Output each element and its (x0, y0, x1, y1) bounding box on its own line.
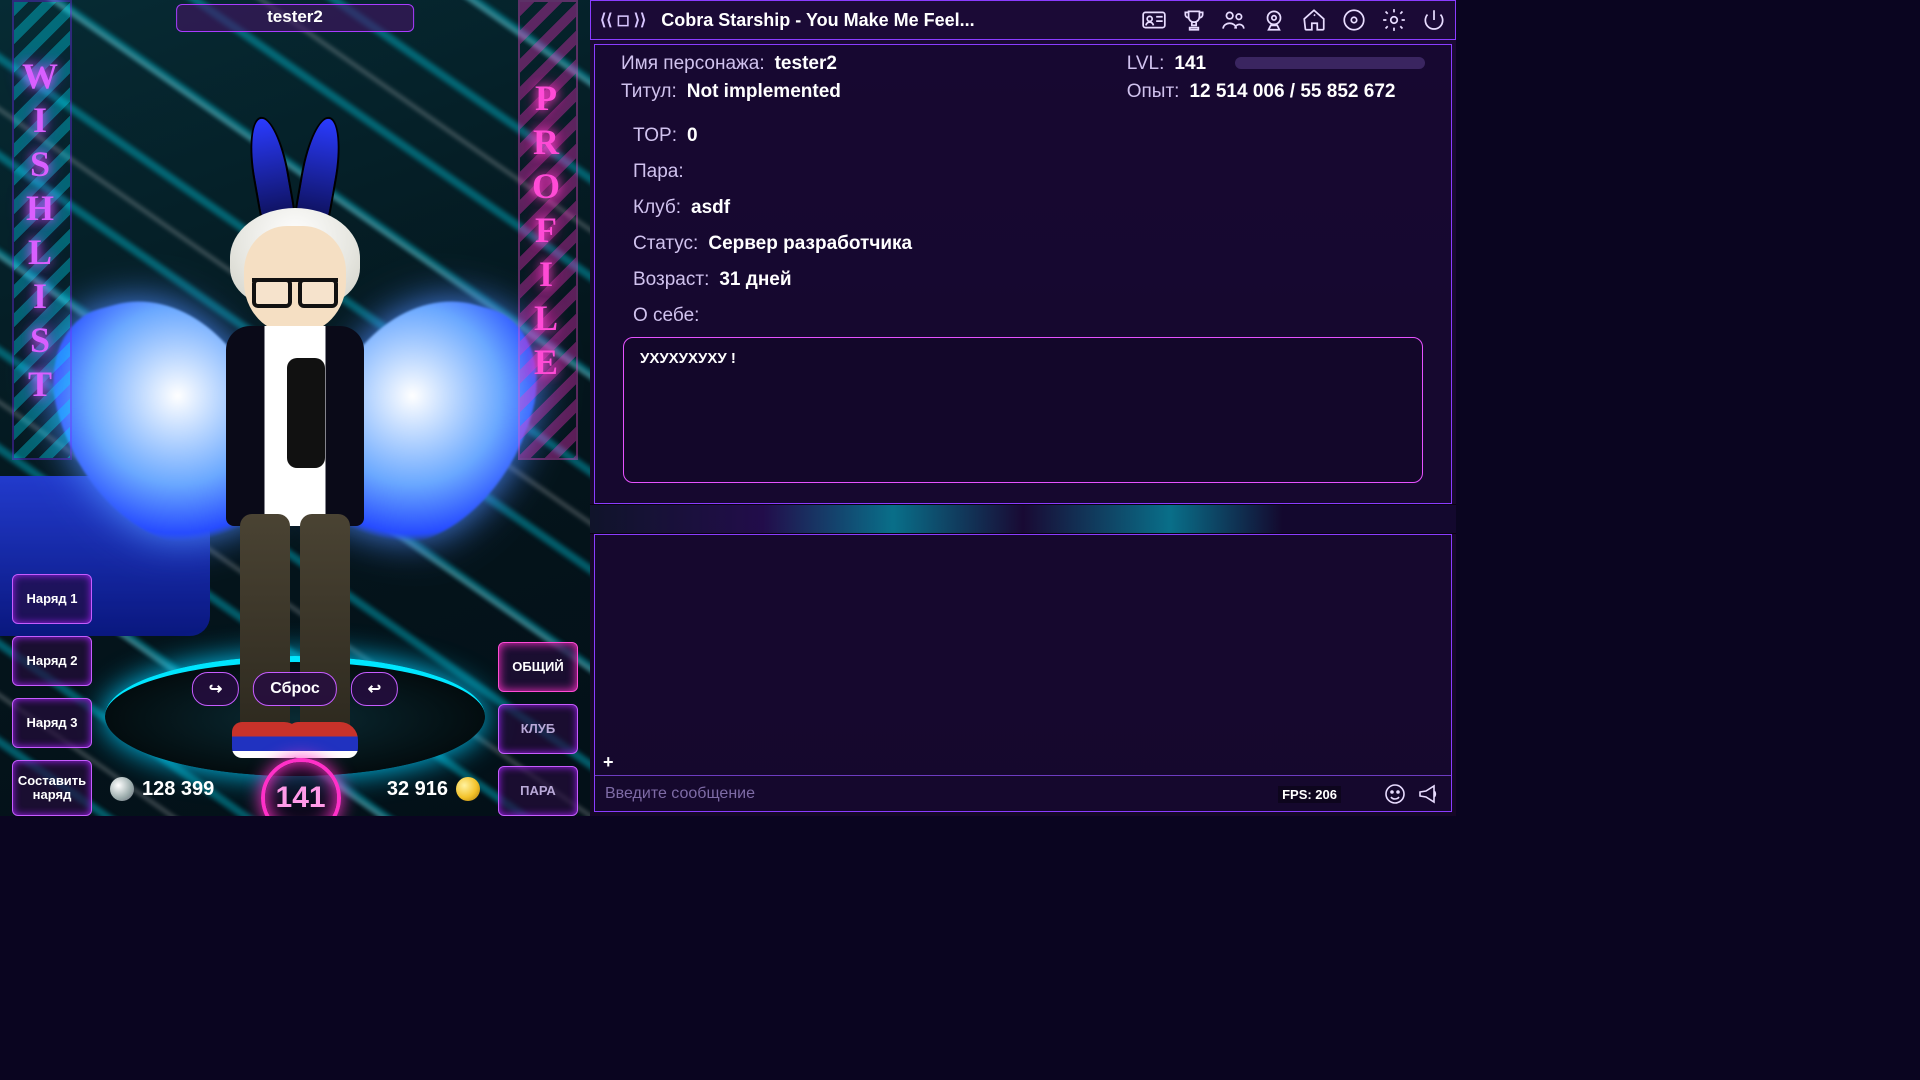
emoji-icon[interactable] (1383, 782, 1407, 806)
age-label: Возраст: (633, 269, 709, 291)
name-label: Имя персонажа: (621, 53, 765, 75)
silver-balance[interactable]: 128 399 (110, 777, 214, 801)
top-bar: ⟨⟨ ◻ ⟩⟩ Cobra Starship - You Make Me Fee… (590, 0, 1456, 40)
home-icon[interactable] (1301, 7, 1327, 33)
fps-counter: FPS: 206 (1278, 786, 1341, 803)
avatar[interactable] (195, 156, 395, 716)
glasses-icon (252, 278, 338, 298)
chat-panel: + FPS: 206 (594, 534, 1452, 812)
power-icon[interactable] (1421, 7, 1447, 33)
now-playing: Cobra Starship - You Make Me Feel... (661, 10, 1127, 31)
about-textbox[interactable]: УХУХУХУХУ ! (623, 337, 1423, 483)
id-card-icon[interactable] (1141, 7, 1167, 33)
shoe-icon (288, 722, 358, 758)
music-stop-button[interactable]: ◻ (615, 10, 630, 30)
silver-coin-icon (110, 777, 134, 801)
about-label: О себе: (633, 305, 699, 327)
outfit-slot-3[interactable]: Наряд 3 (12, 698, 92, 748)
xp-label: Опыт: (1127, 81, 1180, 103)
reset-button[interactable]: Сброс (253, 672, 336, 706)
profile-panel: Имя персонажа: tester2 Титул: Not implemen… (594, 44, 1452, 504)
tab-wishlist[interactable]: WISHLIST (12, 0, 72, 460)
status-value: Сервер разработчика (708, 233, 912, 255)
top-label: TOP: (633, 125, 677, 147)
title-value: Not implemented (687, 81, 841, 103)
chat-add-button[interactable]: + (603, 752, 614, 773)
trophy-icon[interactable] (1181, 7, 1207, 33)
avatar-scene: tester2 WISHLIST PROFILE Наряд 1 Наряд 2 (0, 0, 590, 816)
outfit-slots: Наряд 1 Наряд 2 Наряд 3 Составить наряд (12, 574, 92, 816)
club-label: Клуб: (633, 197, 681, 219)
name-value: tester2 (775, 53, 837, 75)
gold-coin-icon (456, 777, 480, 801)
lvl-value: 141 (1174, 53, 1206, 75)
chat-input[interactable] (605, 785, 1373, 803)
music-next-button[interactable]: ⟩⟩ (633, 10, 647, 30)
lvl-label: LVL: (1127, 53, 1165, 75)
xp-value: 12 514 006 / 55 852 672 (1189, 81, 1395, 103)
outfit-slot-1[interactable]: Наряд 1 (12, 574, 92, 624)
avatar-legs (240, 514, 350, 752)
pair-label: Пара: (633, 161, 684, 183)
currency-bar: 128 399 141 32 916 (110, 766, 480, 812)
outfit-slot-2[interactable]: Наряд 2 (12, 636, 92, 686)
gear-icon[interactable] (1381, 7, 1407, 33)
rotate-left-button[interactable]: ↪ (192, 672, 239, 706)
title-label: Титул: (621, 81, 677, 103)
status-label: Статус: (633, 233, 698, 255)
megaphone-icon[interactable] (1417, 782, 1441, 806)
level-badge[interactable]: 141 (261, 758, 341, 816)
gold-balance[interactable]: 32 916 (387, 777, 480, 801)
webcam-icon[interactable] (1261, 7, 1287, 33)
music-prev-button[interactable]: ⟨⟨ (599, 10, 613, 30)
xp-bar (1235, 57, 1425, 69)
scene-divider (590, 504, 1456, 534)
chat-channel-tabs: ОБЩИЙ КЛУБ ПАРА (498, 642, 578, 816)
friends-icon[interactable] (1221, 7, 1247, 33)
chat-tab-club[interactable]: КЛУБ (498, 704, 578, 754)
chat-tab-general[interactable]: ОБЩИЙ (498, 642, 578, 692)
rotate-right-button[interactable]: ↩ (351, 672, 398, 706)
age-value: 31 дней (719, 269, 791, 291)
player-nameplate: tester2 (176, 4, 414, 32)
avatar-rotate-controls: ↪ Сброс ↩ (192, 672, 398, 706)
disc-icon[interactable] (1341, 7, 1367, 33)
chat-tab-pair[interactable]: ПАРА (498, 766, 578, 816)
tab-profile[interactable]: PROFILE (518, 0, 578, 460)
club-value: asdf (691, 197, 730, 219)
compose-outfit-button[interactable]: Составить наряд (12, 760, 92, 816)
top-value: 0 (687, 125, 698, 147)
avatar-torso (226, 326, 364, 526)
